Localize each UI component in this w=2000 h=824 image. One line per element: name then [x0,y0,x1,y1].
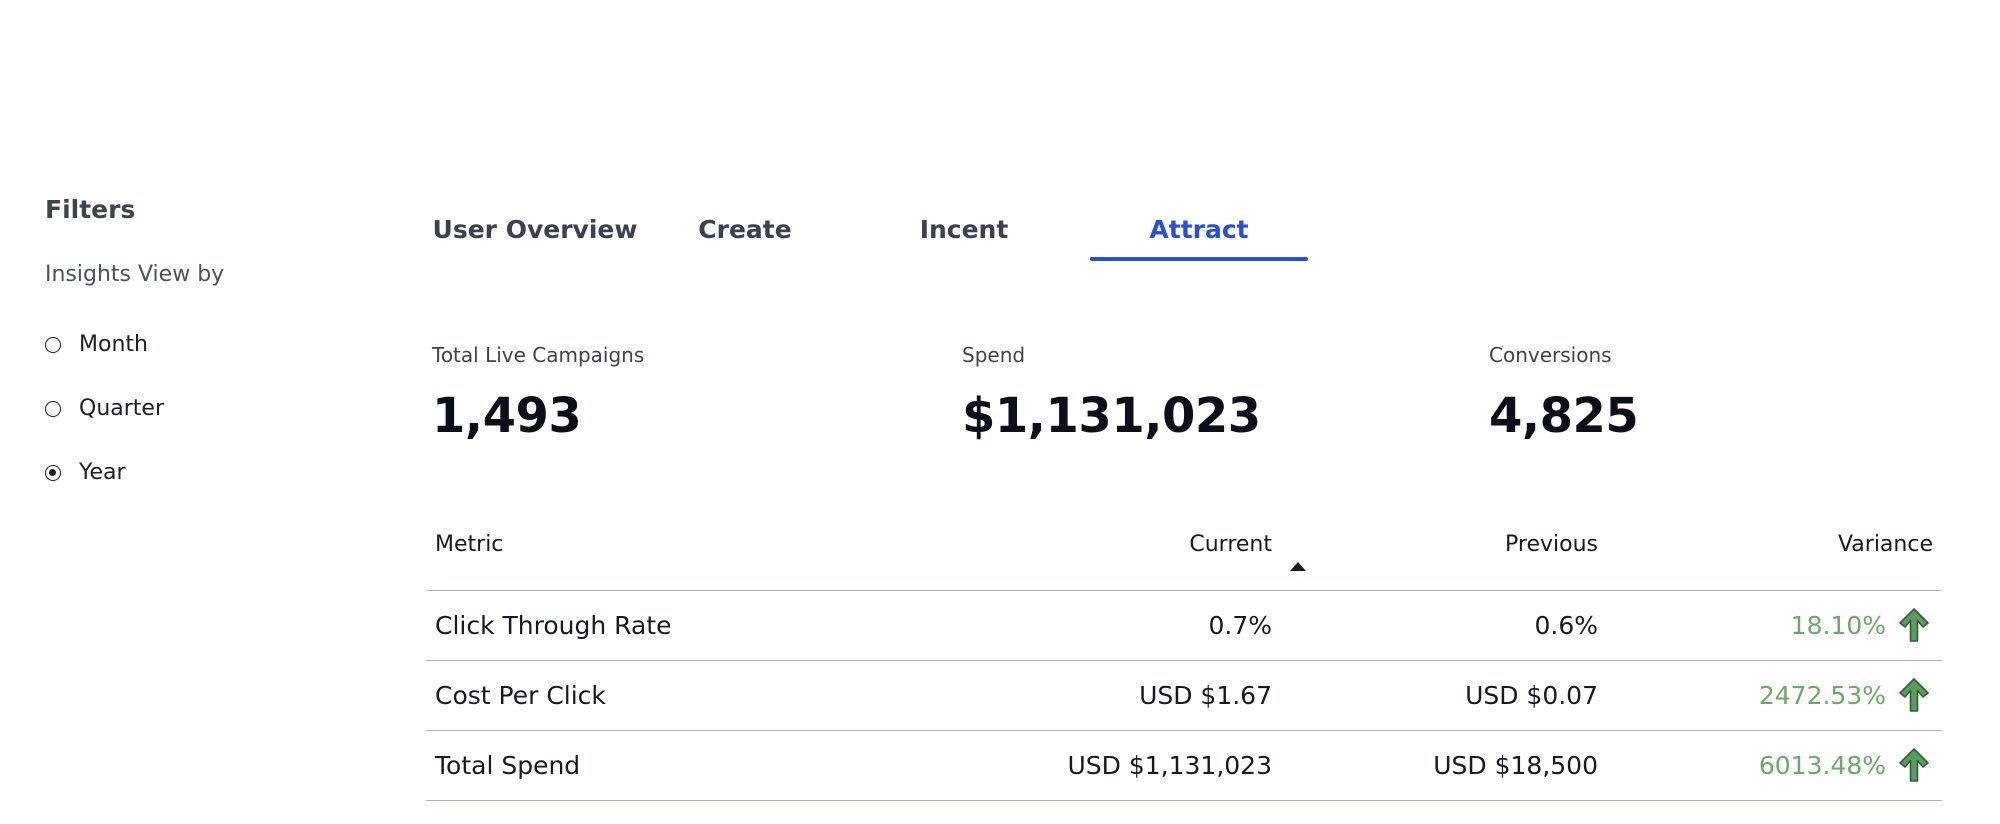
cell-previous: 0.6% [1534,611,1598,640]
radio-year-label: Year [79,460,126,485]
radio-quarter-circle[interactable] [45,400,61,417]
kpi-conversions: Conversions 4,825 [1489,340,1639,446]
kpi-value: $1,131,023 [962,388,1261,444]
arrow-up-icon [1899,678,1929,712]
cell-current: USD $1,131,023 [1067,751,1272,780]
header-current[interactable]: Current [1189,530,1272,560]
cell-previous: USD $18,500 [1433,751,1598,780]
tab-attract-label: Attract [1149,215,1249,244]
radio-month-circle[interactable] [45,336,61,353]
tab-incent-label: Incent [919,215,1009,244]
cell-current: USD $1.67 [1139,681,1272,710]
cell-variance: 6013.48% [1758,751,1886,780]
table-header: Metric Current Previous Variance [426,516,1942,591]
header-metric[interactable]: Metric [435,530,503,560]
tab-attract[interactable]: Attract [1090,205,1308,261]
cell-variance: 2472.53% [1758,681,1886,710]
sort-ascending-icon[interactable] [1290,562,1306,571]
cell-previous: USD $0.07 [1465,681,1598,710]
arrow-up-icon [1899,748,1929,782]
kpi-label: Spend [962,343,1026,367]
radio-quarter-label: Quarter [79,396,164,421]
insights-page: Filters Insights View by Month Quarter Y… [0,0,2000,824]
kpi-spend: Spend $1,131,023 [962,340,1261,446]
filters-title: Filters [45,195,136,224]
radio-month[interactable]: Month [45,332,148,357]
arrow-up-icon [1899,608,1929,642]
tab-create-label: Create [698,215,792,244]
cell-metric: Total Spend [435,751,581,780]
table-row: Cost Per Click USD $1.67 USD $0.07 2472.… [426,661,1942,731]
table-row: Click Through Rate 0.7% 0.6% 18.10% [426,591,1942,661]
radio-quarter[interactable]: Quarter [45,396,164,421]
kpi-value: 4,825 [1489,388,1639,444]
tab-user-overview-label: User Overview [432,215,638,244]
cell-variance: 18.10% [1790,611,1886,640]
cell-metric: Cost Per Click [435,681,606,710]
insights-view-label: Insights View by [45,262,225,287]
kpi-label: Total Live Campaigns [432,343,645,367]
filters-sidebar: Filters Insights View by Month Quarter Y… [45,190,365,485]
kpi-label: Conversions [1489,343,1612,367]
tab-incent[interactable]: Incent [869,205,1059,255]
tab-user-overview[interactable]: User Overview [425,205,645,255]
cell-metric: Click Through Rate [435,611,672,640]
radio-month-label: Month [79,332,148,357]
radio-year-circle[interactable] [45,464,61,481]
metrics-table: Metric Current Previous Variance Click T… [426,516,1942,801]
cell-current: 0.7% [1208,611,1272,640]
header-previous[interactable]: Previous [1505,530,1598,560]
active-tab-indicator [1090,257,1308,261]
header-variance[interactable]: Variance [1838,530,1933,560]
table-row: Total Spend USD $1,131,023 USD $18,500 6… [426,731,1942,801]
tab-create[interactable]: Create [650,205,840,255]
radio-year[interactable]: Year [45,460,126,485]
kpi-total-live-campaigns: Total Live Campaigns 1,493 [432,340,644,446]
kpi-value: 1,493 [432,388,582,444]
